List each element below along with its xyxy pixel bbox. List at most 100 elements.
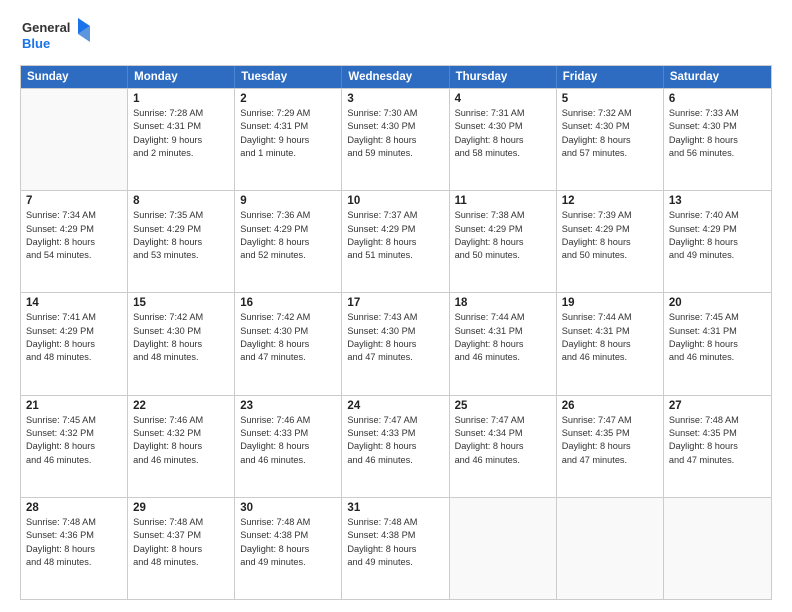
day-number: 15 <box>133 297 229 309</box>
calendar: SundayMondayTuesdayWednesdayThursdayFrid… <box>20 65 772 600</box>
logo-area: General Blue <box>20 16 90 57</box>
day-number: 13 <box>669 195 766 207</box>
day-number: 31 <box>347 502 443 514</box>
week-row-3: 14Sunrise: 7:41 AM Sunset: 4:29 PM Dayli… <box>21 292 771 394</box>
day-cell-24: 24Sunrise: 7:47 AM Sunset: 4:33 PM Dayli… <box>342 396 449 497</box>
day-number: 21 <box>26 400 122 412</box>
day-cell-22: 22Sunrise: 7:46 AM Sunset: 4:32 PM Dayli… <box>128 396 235 497</box>
day-info: Sunrise: 7:42 AM Sunset: 4:30 PM Dayligh… <box>240 311 336 364</box>
day-info: Sunrise: 7:45 AM Sunset: 4:31 PM Dayligh… <box>669 311 766 364</box>
day-number: 30 <box>240 502 336 514</box>
week-row-1: 1 Sunrise: 7:28 AM Sunset: 4:31 PM Daylig… <box>21 88 771 190</box>
day-number: 18 <box>455 297 551 309</box>
day-number: 23 <box>240 400 336 412</box>
day-cell-15: 15 Sunrise: 7:42 AM Sunset: 4:30 PM Dayli… <box>128 293 235 394</box>
day-info: Sunrise: 7:47 AM Sunset: 4:33 PM Dayligh… <box>347 414 443 467</box>
day-cell-9: 9 Sunrise: 7:36 AM Sunset: 4:29 PM Daylig… <box>235 191 342 292</box>
day-cell-30: 30 Sunrise: 7:48 AM Sunset: 4:38 PM Dayli… <box>235 498 342 599</box>
day-cell-26: 26 Sunrise: 7:47 AM Sunset: 4:35 PM Dayli… <box>557 396 664 497</box>
day-cell-28: 28 Sunrise: 7:48 AM Sunset: 4:36 PM Dayli… <box>21 498 128 599</box>
header-day-wednesday: Wednesday <box>342 66 449 88</box>
day-info: Sunrise: 7:39 AM Sunset: 4:29 PM Dayligh… <box>562 209 658 262</box>
day-cell-empty-4-6 <box>664 498 771 599</box>
day-number: 14 <box>26 297 122 309</box>
day-cell-2: 2 Sunrise: 7:29 AM Sunset: 4:31 PM Daylig… <box>235 89 342 190</box>
day-info: Sunrise: 7:48 AM Sunset: 4:38 PM Dayligh… <box>240 516 336 569</box>
day-info: Sunrise: 7:36 AM Sunset: 4:29 PM Dayligh… <box>240 209 336 262</box>
logo: General Blue <box>20 16 90 57</box>
day-number: 27 <box>669 400 766 412</box>
day-info: Sunrise: 7:31 AM Sunset: 4:30 PM Dayligh… <box>455 107 551 160</box>
day-cell-19: 19 Sunrise: 7:44 AM Sunset: 4:31 PM Dayli… <box>557 293 664 394</box>
day-number: 28 <box>26 502 122 514</box>
header-day-friday: Friday <box>557 66 664 88</box>
day-cell-7: 7Sunrise: 7:34 AM Sunset: 4:29 PM Daylig… <box>21 191 128 292</box>
day-cell-23: 23Sunrise: 7:46 AM Sunset: 4:33 PM Dayli… <box>235 396 342 497</box>
day-number: 17 <box>347 297 443 309</box>
day-number: 6 <box>669 93 766 105</box>
header-day-monday: Monday <box>128 66 235 88</box>
day-cell-21: 21 Sunrise: 7:45 AM Sunset: 4:32 PM Dayli… <box>21 396 128 497</box>
day-number: 3 <box>347 93 443 105</box>
calendar-header: SundayMondayTuesdayWednesdayThursdayFrid… <box>21 66 771 88</box>
day-number: 8 <box>133 195 229 207</box>
day-number: 9 <box>240 195 336 207</box>
week-row-5: 28 Sunrise: 7:48 AM Sunset: 4:36 PM Dayli… <box>21 497 771 599</box>
day-info: Sunrise: 7:28 AM Sunset: 4:31 PM Dayligh… <box>133 107 229 160</box>
day-number: 16 <box>240 297 336 309</box>
day-number: 4 <box>455 93 551 105</box>
day-cell-5: 5Sunrise: 7:32 AM Sunset: 4:30 PM Daylig… <box>557 89 664 190</box>
day-cell-13: 13 Sunrise: 7:40 AM Sunset: 4:29 PM Dayli… <box>664 191 771 292</box>
day-info: Sunrise: 7:48 AM Sunset: 4:35 PM Dayligh… <box>669 414 766 467</box>
day-number: 12 <box>562 195 658 207</box>
day-info: Sunrise: 7:43 AM Sunset: 4:30 PM Dayligh… <box>347 311 443 364</box>
day-info: Sunrise: 7:48 AM Sunset: 4:36 PM Dayligh… <box>26 516 122 569</box>
day-cell-12: 12 Sunrise: 7:39 AM Sunset: 4:29 PM Dayli… <box>557 191 664 292</box>
day-info: Sunrise: 7:34 AM Sunset: 4:29 PM Dayligh… <box>26 209 122 262</box>
day-cell-3: 3 Sunrise: 7:30 AM Sunset: 4:30 PM Daylig… <box>342 89 449 190</box>
day-cell-25: 25 Sunrise: 7:47 AM Sunset: 4:34 PM Dayli… <box>450 396 557 497</box>
header: General Blue <box>20 16 772 57</box>
day-info: Sunrise: 7:48 AM Sunset: 4:38 PM Dayligh… <box>347 516 443 569</box>
header-day-saturday: Saturday <box>664 66 771 88</box>
day-cell-empty-4-5 <box>557 498 664 599</box>
day-number: 11 <box>455 195 551 207</box>
day-info: Sunrise: 7:30 AM Sunset: 4:30 PM Dayligh… <box>347 107 443 160</box>
day-info: Sunrise: 7:47 AM Sunset: 4:35 PM Dayligh… <box>562 414 658 467</box>
day-number: 19 <box>562 297 658 309</box>
day-number: 20 <box>669 297 766 309</box>
day-number: 1 <box>133 93 229 105</box>
day-cell-1: 1 Sunrise: 7:28 AM Sunset: 4:31 PM Daylig… <box>128 89 235 190</box>
header-day-sunday: Sunday <box>21 66 128 88</box>
day-cell-29: 29Sunrise: 7:48 AM Sunset: 4:37 PM Dayli… <box>128 498 235 599</box>
svg-text:General: General <box>22 20 70 35</box>
day-cell-10: 10 Sunrise: 7:37 AM Sunset: 4:29 PM Dayli… <box>342 191 449 292</box>
day-cell-31: 31 Sunrise: 7:48 AM Sunset: 4:38 PM Dayli… <box>342 498 449 599</box>
day-cell-20: 20 Sunrise: 7:45 AM Sunset: 4:31 PM Dayli… <box>664 293 771 394</box>
day-info: Sunrise: 7:44 AM Sunset: 4:31 PM Dayligh… <box>562 311 658 364</box>
day-info: Sunrise: 7:37 AM Sunset: 4:29 PM Dayligh… <box>347 209 443 262</box>
header-day-tuesday: Tuesday <box>235 66 342 88</box>
day-info: Sunrise: 7:45 AM Sunset: 4:32 PM Dayligh… <box>26 414 122 467</box>
day-cell-16: 16 Sunrise: 7:42 AM Sunset: 4:30 PM Dayli… <box>235 293 342 394</box>
svg-text:Blue: Blue <box>22 36 50 51</box>
calendar-body: 1 Sunrise: 7:28 AM Sunset: 4:31 PM Daylig… <box>21 88 771 599</box>
day-number: 10 <box>347 195 443 207</box>
day-info: Sunrise: 7:35 AM Sunset: 4:29 PM Dayligh… <box>133 209 229 262</box>
day-cell-6: 6 Sunrise: 7:33 AM Sunset: 4:30 PM Daylig… <box>664 89 771 190</box>
day-cell-14: 14Sunrise: 7:41 AM Sunset: 4:29 PM Dayli… <box>21 293 128 394</box>
day-info: Sunrise: 7:33 AM Sunset: 4:30 PM Dayligh… <box>669 107 766 160</box>
day-info: Sunrise: 7:40 AM Sunset: 4:29 PM Dayligh… <box>669 209 766 262</box>
day-number: 25 <box>455 400 551 412</box>
day-info: Sunrise: 7:47 AM Sunset: 4:34 PM Dayligh… <box>455 414 551 467</box>
day-number: 29 <box>133 502 229 514</box>
day-info: Sunrise: 7:38 AM Sunset: 4:29 PM Dayligh… <box>455 209 551 262</box>
day-cell-18: 18 Sunrise: 7:44 AM Sunset: 4:31 PM Dayli… <box>450 293 557 394</box>
day-info: Sunrise: 7:46 AM Sunset: 4:32 PM Dayligh… <box>133 414 229 467</box>
day-number: 26 <box>562 400 658 412</box>
day-info: Sunrise: 7:32 AM Sunset: 4:30 PM Dayligh… <box>562 107 658 160</box>
day-number: 2 <box>240 93 336 105</box>
day-info: Sunrise: 7:42 AM Sunset: 4:30 PM Dayligh… <box>133 311 229 364</box>
day-info: Sunrise: 7:29 AM Sunset: 4:31 PM Dayligh… <box>240 107 336 160</box>
day-info: Sunrise: 7:44 AM Sunset: 4:31 PM Dayligh… <box>455 311 551 364</box>
